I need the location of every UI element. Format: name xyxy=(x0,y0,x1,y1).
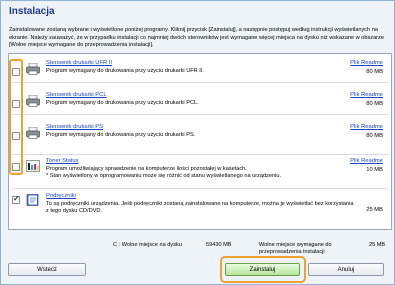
item-name[interactable]: Sterownik drukarki UFR II xyxy=(46,60,112,66)
installer-window: Instalacja Zainstalowane zostaną wybrane… xyxy=(0,0,395,285)
component-list: Sterownik drukarki UFR II Program wymaga… xyxy=(8,53,392,230)
item-name[interactable]: Podręczniki xyxy=(46,193,76,199)
checkbox-manuals[interactable] xyxy=(12,194,20,204)
printer-icon xyxy=(26,127,40,139)
toner-status-icon xyxy=(26,160,40,172)
readme-link[interactable]: Plik Readme xyxy=(350,124,383,130)
free-space-label: C : Wolne miejsce na dysku xyxy=(113,242,182,248)
item-description: Program wymagany do drukowania przy użyc… xyxy=(46,68,204,74)
readme-link[interactable]: Plik Readme xyxy=(350,158,383,164)
item-description: Program umożliwiający sprawdzenie na kom… xyxy=(46,166,282,179)
item-size: 80 MB xyxy=(366,101,383,107)
item-description: Program wymagany do drukowania przy użyc… xyxy=(46,100,199,106)
divider xyxy=(12,114,388,115)
required-space-value: 25 MB xyxy=(369,242,386,248)
cancel-button[interactable]: Anuluj xyxy=(308,263,384,276)
item-size: 25 MB xyxy=(366,207,383,213)
divider xyxy=(12,154,388,155)
item-name[interactable]: Toner Status xyxy=(46,158,79,164)
printer-icon xyxy=(26,95,40,107)
free-space-value: 59430 MB xyxy=(206,242,232,248)
manual-icon xyxy=(26,194,39,206)
item-size: 80 MB xyxy=(366,69,383,75)
install-button[interactable]: Zainstaluj xyxy=(225,263,300,276)
item-name[interactable]: Sterownik drukarki PS xyxy=(46,124,103,130)
printer-icon xyxy=(26,63,40,75)
intro-text: Zainstalowane zostaną wybrane i wyświetl… xyxy=(9,27,384,49)
required-space-label: Wolne miejsce wymagane do przeprowadzeni… xyxy=(259,242,332,255)
checkbox-highlight xyxy=(9,59,23,175)
readme-link[interactable]: Plik Readme xyxy=(350,60,383,66)
back-button[interactable]: Wstecz xyxy=(8,263,86,276)
divider xyxy=(12,82,388,83)
item-name[interactable]: Sterownik drukarki PCL xyxy=(46,92,107,98)
item-description: To są podręczniki urządzenia. Jeśli podr… xyxy=(46,201,354,214)
item-description: Program wymagany do drukowania przy użyc… xyxy=(46,132,196,138)
divider xyxy=(12,188,388,189)
item-size: 80 MB xyxy=(366,133,383,139)
window-title: Instalacja xyxy=(9,6,55,17)
item-size: 10 MB xyxy=(366,167,383,173)
readme-link[interactable]: Plik Readme xyxy=(350,92,383,98)
